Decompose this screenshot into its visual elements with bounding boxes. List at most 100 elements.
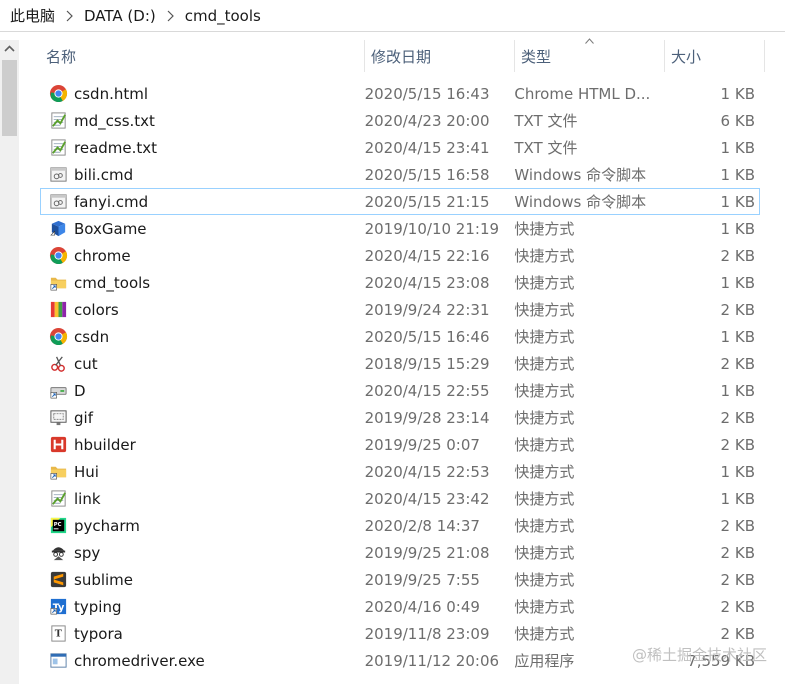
file-row[interactable]: spy 2019/9/25 21:08 快捷方式 2 KB [40, 539, 760, 566]
breadcrumb: 此电脑 DATA (D:) cmd_tools [0, 0, 785, 32]
typora-icon: T [48, 624, 68, 644]
file-row[interactable]: D 2020/4/15 22:55 快捷方式 1 KB [40, 377, 760, 404]
file-name: readme.txt [74, 138, 158, 157]
file-name: csdn.html [74, 84, 149, 103]
file-size: 2 KB [720, 246, 755, 265]
exe-app-icon [48, 651, 68, 671]
file-size: 2 KB [720, 570, 755, 589]
file-type: 快捷方式 [514, 490, 575, 508]
file-type: 快捷方式 [514, 274, 575, 292]
file-modified-date: 2019/11/12 20:06 [364, 651, 500, 670]
file-row[interactable]: colors 2019/9/24 22:31 快捷方式 2 KB [40, 296, 760, 323]
file-size: 1 KB [720, 138, 755, 157]
file-size: 6 KB [720, 111, 755, 130]
file-row[interactable]: md_css.txt 2020/4/23 20:00 TXT 文件 6 KB [40, 107, 760, 134]
column-header-type[interactable]: 类型 [515, 38, 665, 72]
file-modified-date: 2019/9/25 21:08 [364, 543, 490, 562]
file-row[interactable]: Hui 2020/4/15 22:53 快捷方式 1 KB [40, 458, 760, 485]
column-header-size[interactable]: 大小 [665, 40, 765, 72]
scroll-up-arrow-icon[interactable] [3, 43, 16, 55]
file-type: 快捷方式 [514, 625, 575, 643]
file-modified-date: 2019/11/8 23:09 [364, 624, 490, 643]
column-type-label: 类型 [521, 47, 552, 66]
file-row[interactable]: link 2020/4/15 23:42 快捷方式 1 KB [40, 485, 760, 512]
breadcrumb-item-drive[interactable]: DATA (D:) [82, 7, 158, 25]
file-modified-date: 2019/9/25 0:07 [364, 435, 480, 454]
file-modified-date: 2020/5/15 16:58 [364, 165, 490, 184]
notepad-plus-icon [48, 111, 68, 131]
file-row[interactable]: PC pycharm 2020/2/8 14:37 快捷方式 2 KB [40, 512, 760, 539]
file-modified-date: 2019/10/10 21:19 [364, 219, 500, 238]
breadcrumb-item-folder[interactable]: cmd_tools [183, 7, 263, 25]
column-size-label: 大小 [671, 47, 702, 66]
file-size: 2 KB [720, 543, 755, 562]
file-modified-date: 2020/2/8 14:37 [364, 516, 480, 535]
drive-shortcut-icon [48, 381, 68, 401]
file-name: spy [74, 543, 101, 562]
file-modified-date: 2020/4/15 23:42 [364, 489, 490, 508]
file-list: csdn.html 2020/5/15 16:43 Chrome HTML D...… [40, 80, 760, 674]
file-name: cut [74, 354, 98, 373]
gif-recorder-icon [48, 408, 68, 428]
file-size: 1 KB [720, 462, 755, 481]
watermark: @稀土掘金技术社区 [631, 646, 767, 664]
file-name: gif [74, 408, 93, 427]
file-type: TXT 文件 [514, 112, 578, 130]
file-name: link [74, 489, 101, 508]
file-row[interactable]: gif 2019/9/28 23:14 快捷方式 2 KB [40, 404, 760, 431]
column-header: 名称 修改日期 类型 大小 [40, 38, 770, 72]
chrome-icon [48, 327, 68, 347]
file-size: 1 KB [720, 273, 755, 292]
file-row[interactable]: bili.cmd 2020/5/15 16:58 Windows 命令脚本 1 KB [40, 161, 760, 188]
file-type: TXT 文件 [514, 139, 578, 157]
file-size: 2 KB [720, 624, 755, 643]
file-size: 1 KB [720, 327, 755, 346]
column-header-date[interactable]: 修改日期 [365, 40, 515, 72]
file-type: 快捷方式 [514, 220, 575, 238]
file-row[interactable]: csdn.html 2020/5/15 16:43 Chrome HTML D...… [40, 80, 760, 107]
file-row[interactable]: csdn 2020/5/15 16:46 快捷方式 1 KB [40, 323, 760, 350]
breadcrumb-item-this-pc[interactable]: 此电脑 [8, 5, 57, 26]
file-name: typing [74, 597, 122, 616]
file-size: 1 KB [720, 489, 755, 508]
file-size: 2 KB [720, 516, 755, 535]
file-size: 2 KB [720, 435, 755, 454]
file-row[interactable]: BoxGame 2019/10/10 21:19 快捷方式 1 KB [40, 215, 760, 242]
cmd-script-icon [48, 165, 68, 185]
column-header-name[interactable]: 名称 [40, 40, 365, 72]
file-row[interactable]: fanyi.cmd 2020/5/15 21:15 Windows 命令脚本 1 KB [40, 188, 760, 215]
file-type: 快捷方式 [514, 247, 575, 265]
file-modified-date: 2018/9/15 15:29 [364, 354, 490, 373]
file-name: sublime [74, 570, 134, 589]
sort-ascending-icon [585, 38, 594, 44]
file-row[interactable]: cmd_tools 2020/4/15 23:08 快捷方式 1 KB [40, 269, 760, 296]
file-name: md_css.txt [74, 111, 155, 130]
file-modified-date: 2019/9/28 23:14 [364, 408, 490, 427]
file-row[interactable]: Ttypora 2019/11/8 23:09 快捷方式 2 KB [40, 620, 760, 647]
vertical-scrollbar[interactable] [0, 40, 19, 684]
sublime-icon [48, 570, 68, 590]
chevron-right-icon[interactable] [66, 10, 73, 22]
file-size: 2 KB [720, 597, 755, 616]
file-type: 快捷方式 [514, 409, 575, 427]
chevron-right-icon[interactable] [167, 10, 174, 22]
file-type: 快捷方式 [514, 463, 575, 481]
file-row[interactable]: hbuilder 2019/9/25 0:07 快捷方式 2 KB [40, 431, 760, 458]
file-modified-date: 2020/4/15 22:55 [364, 381, 490, 400]
file-type: 快捷方式 [514, 517, 575, 535]
file-row[interactable]: readme.txt 2020/4/15 23:41 TXT 文件 1 KB [40, 134, 760, 161]
file-row[interactable]: chrome 2020/4/15 22:16 快捷方式 2 KB [40, 242, 760, 269]
file-name: D [74, 381, 86, 400]
file-row[interactable]: Ty typing 2020/4/16 0:49 快捷方式 2 KB [40, 593, 760, 620]
file-name: cmd_tools [74, 273, 151, 292]
scrollbar-thumb[interactable] [2, 60, 17, 136]
column-name-label: 名称 [46, 47, 77, 66]
file-modified-date: 2020/5/15 16:43 [364, 84, 490, 103]
file-row[interactable]: sublime 2019/9/25 7:55 快捷方式 2 KB [40, 566, 760, 593]
file-type: 快捷方式 [514, 436, 575, 454]
file-size: 1 KB [720, 84, 755, 103]
file-size: 1 KB [720, 192, 755, 211]
notepad-plus-icon [48, 138, 68, 158]
file-row[interactable]: cut 2018/9/15 15:29 快捷方式 2 KB [40, 350, 760, 377]
typing-icon: Ty [48, 597, 68, 617]
